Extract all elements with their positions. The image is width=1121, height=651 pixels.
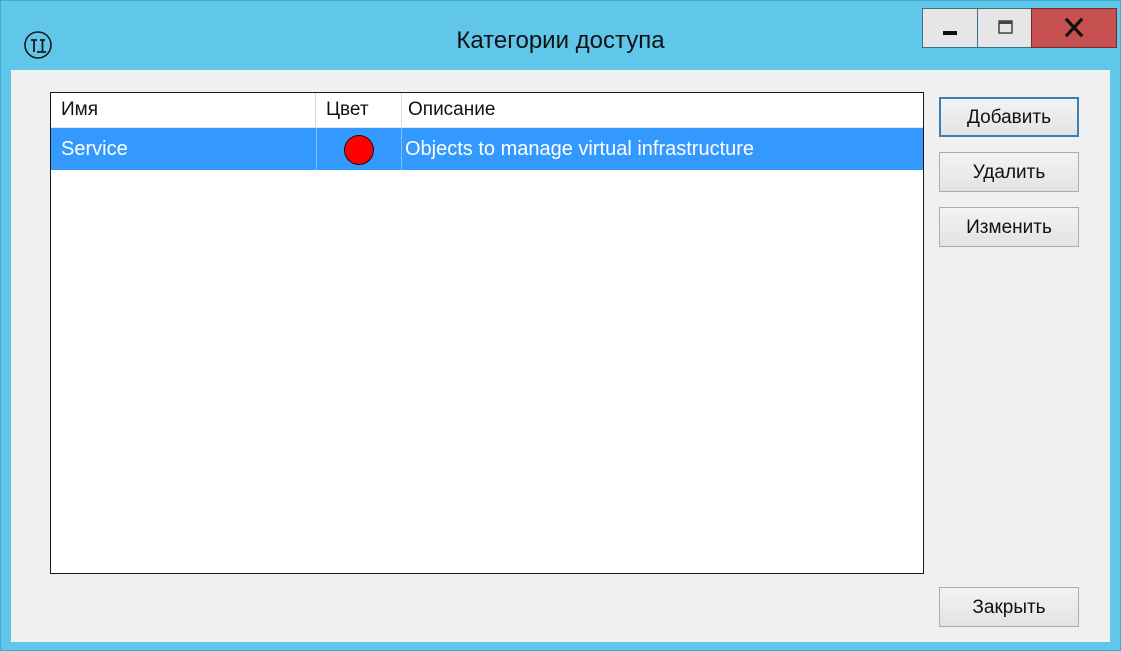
column-header-name[interactable]: Имя bbox=[51, 93, 316, 127]
maximize-icon bbox=[998, 20, 1013, 34]
row-color-cell bbox=[316, 128, 402, 170]
list-row[interactable]: Service Objects to manage virtual infras… bbox=[51, 128, 923, 170]
close-window-button[interactable] bbox=[1031, 8, 1117, 48]
add-button[interactable]: Добавить bbox=[939, 97, 1079, 137]
title-bar[interactable]: Категории доступа bbox=[1, 1, 1120, 68]
color-swatch bbox=[344, 135, 374, 165]
row-description-cell: Objects to manage virtual infrastructure bbox=[405, 138, 755, 160]
minimize-button[interactable] bbox=[922, 8, 978, 48]
maximize-button[interactable] bbox=[977, 8, 1032, 48]
edit-button[interactable]: Изменить bbox=[939, 207, 1079, 247]
column-header-color[interactable]: Цвет bbox=[316, 93, 402, 127]
list-header: Имя Цвет Описание bbox=[51, 93, 923, 128]
row-name-cell: Service bbox=[61, 138, 128, 160]
delete-button[interactable]: Удалить bbox=[939, 152, 1079, 192]
dialog-client-area: Имя Цвет Описание Service Objects to man… bbox=[11, 70, 1110, 642]
column-header-description[interactable]: Описание bbox=[402, 93, 923, 127]
access-categories-window: Категории доступа Имя Цвет Описание Serv… bbox=[0, 0, 1121, 651]
categories-list[interactable]: Имя Цвет Описание Service Objects to man… bbox=[50, 92, 924, 574]
close-button[interactable]: Закрыть bbox=[939, 587, 1079, 627]
close-icon bbox=[1064, 17, 1084, 38]
minimize-icon bbox=[943, 31, 957, 35]
